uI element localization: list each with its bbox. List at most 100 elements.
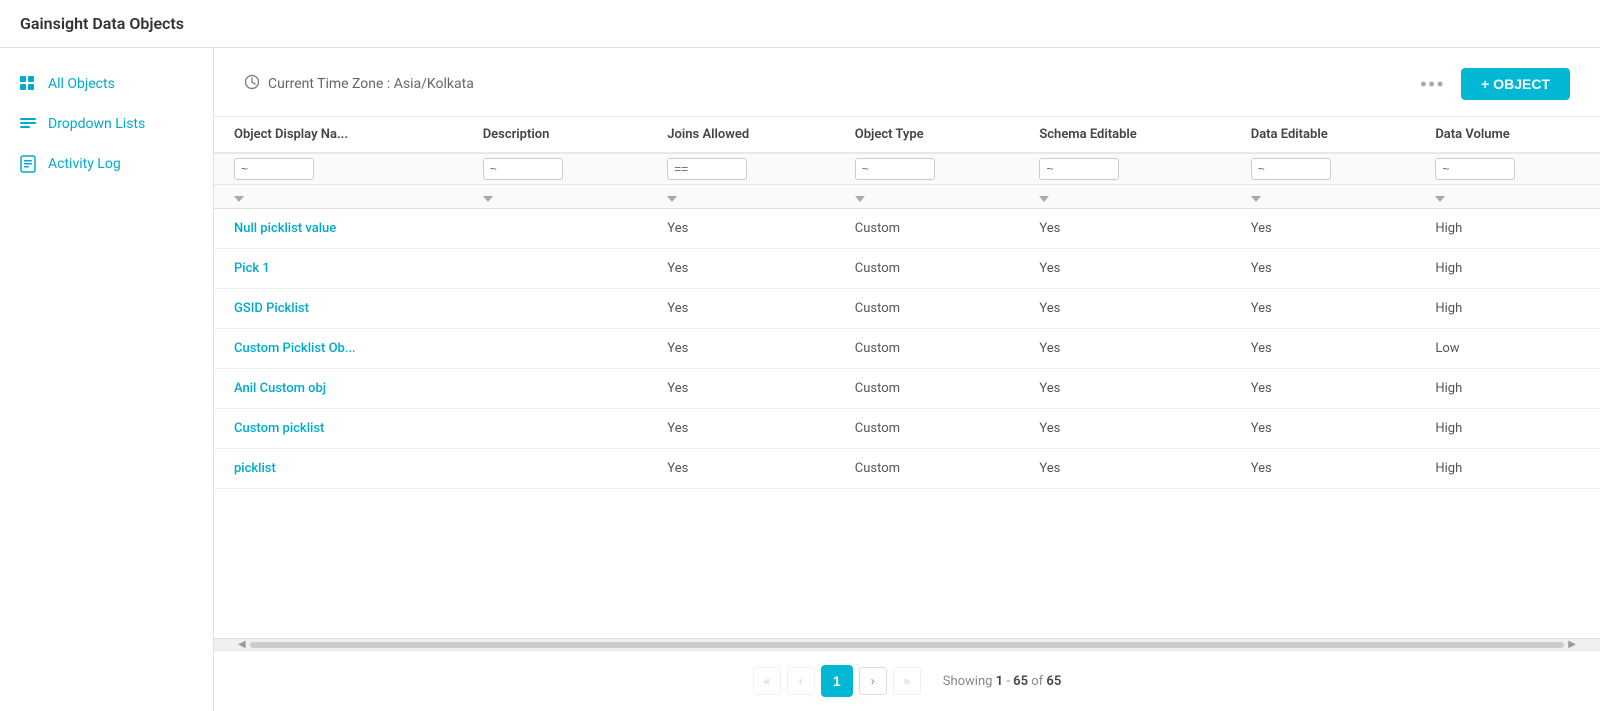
cell-name[interactable]: Pick 1 bbox=[214, 249, 463, 289]
col-header-schema-editable[interactable]: Schema Editable bbox=[1019, 117, 1230, 153]
cell-name[interactable]: GSID Picklist bbox=[214, 289, 463, 329]
sidebar-item-all-objects[interactable]: All Objects bbox=[0, 64, 213, 104]
clock-icon bbox=[244, 74, 260, 94]
cell-object-type: Custom bbox=[835, 249, 1020, 289]
table-body: Null picklist value Yes Custom Yes Yes H… bbox=[214, 209, 1600, 489]
cell-joins-allowed: Yes bbox=[647, 249, 834, 289]
filter-schema-editable[interactable] bbox=[1039, 158, 1119, 180]
app-header: Gainsight Data Objects bbox=[0, 0, 1600, 48]
cell-joins-allowed: Yes bbox=[647, 409, 834, 449]
cell-object-type: Custom bbox=[835, 329, 1020, 369]
log-icon bbox=[18, 154, 38, 174]
cell-data-volume: High bbox=[1415, 289, 1600, 329]
cell-name[interactable]: Custom Picklist Ob... bbox=[214, 329, 463, 369]
page-1-button[interactable]: 1 bbox=[821, 665, 853, 697]
scroll-track[interactable] bbox=[250, 642, 1565, 648]
table-row: Anil Custom obj Yes Custom Yes Yes High bbox=[214, 369, 1600, 409]
objects-table: Object Display Na... Description Joins A… bbox=[214, 117, 1600, 489]
cell-object-type: Custom bbox=[835, 449, 1020, 489]
table-row: Custom picklist Yes Custom Yes Yes High bbox=[214, 409, 1600, 449]
cell-data-editable: Yes bbox=[1231, 209, 1416, 249]
app-title: Gainsight Data Objects bbox=[20, 14, 184, 33]
col-header-data-editable[interactable]: Data Editable bbox=[1231, 117, 1416, 153]
cell-description bbox=[463, 209, 648, 249]
sort-arrow-description bbox=[483, 196, 493, 202]
grid-icon bbox=[18, 74, 38, 94]
filter-joins[interactable] bbox=[667, 158, 747, 180]
sidebar-item-activity-log[interactable]: Activity Log bbox=[0, 144, 213, 184]
table-row: Pick 1 Yes Custom Yes Yes High bbox=[214, 249, 1600, 289]
col-header-name[interactable]: Object Display Na... bbox=[214, 117, 463, 153]
next-page-button[interactable]: › bbox=[859, 667, 887, 695]
cell-schema-editable: Yes bbox=[1019, 209, 1230, 249]
scroll-left-arrow[interactable]: ◀ bbox=[234, 639, 250, 650]
cell-schema-editable: Yes bbox=[1019, 329, 1230, 369]
sidebar: All Objects Dropdown Lists bbox=[0, 48, 214, 711]
cell-data-volume: High bbox=[1415, 449, 1600, 489]
table-container[interactable]: Object Display Na... Description Joins A… bbox=[214, 117, 1600, 638]
sort-arrow-data-volume bbox=[1435, 196, 1445, 202]
cell-data-volume: High bbox=[1415, 249, 1600, 289]
scroll-right-arrow[interactable]: ▶ bbox=[1564, 639, 1580, 650]
cell-name[interactable]: Anil Custom obj bbox=[214, 369, 463, 409]
filter-name[interactable] bbox=[234, 158, 314, 180]
cell-object-type: Custom bbox=[835, 369, 1020, 409]
filter-data-editable[interactable] bbox=[1251, 158, 1331, 180]
sort-arrow-joins bbox=[667, 196, 677, 202]
cell-joins-allowed: Yes bbox=[647, 209, 834, 249]
sort-arrow-data-editable bbox=[1251, 196, 1261, 202]
prev-page-button[interactable]: ‹ bbox=[787, 667, 815, 695]
timezone-info: Current Time Zone : Asia/Kolkata bbox=[244, 74, 474, 94]
sidebar-item-label: Dropdown Lists bbox=[48, 116, 145, 132]
col-header-object-type[interactable]: Object Type bbox=[835, 117, 1020, 153]
add-object-button[interactable]: + OBJECT bbox=[1461, 68, 1570, 100]
cell-name[interactable]: Null picklist value bbox=[214, 209, 463, 249]
showing-text: Showing 1 - 65 of 65 bbox=[943, 674, 1062, 689]
list-icon bbox=[18, 114, 38, 134]
toolbar-right: ••• + OBJECT bbox=[1420, 68, 1570, 100]
cell-data-editable: Yes bbox=[1231, 289, 1416, 329]
cell-data-volume: High bbox=[1415, 369, 1600, 409]
cell-description bbox=[463, 329, 648, 369]
cell-data-editable: Yes bbox=[1231, 449, 1416, 489]
cell-description bbox=[463, 369, 648, 409]
cell-schema-editable: Yes bbox=[1019, 249, 1230, 289]
cell-schema-editable: Yes bbox=[1019, 409, 1230, 449]
col-header-joins[interactable]: Joins Allowed bbox=[647, 117, 834, 153]
cell-joins-allowed: Yes bbox=[647, 329, 834, 369]
cell-data-volume: High bbox=[1415, 209, 1600, 249]
filter-data-volume[interactable] bbox=[1435, 158, 1515, 180]
cell-description bbox=[463, 249, 648, 289]
horizontal-scrollbar[interactable]: ◀ ▶ bbox=[214, 638, 1600, 650]
cell-data-volume: Low bbox=[1415, 329, 1600, 369]
cell-description bbox=[463, 449, 648, 489]
filter-description[interactable] bbox=[483, 158, 563, 180]
first-page-button[interactable]: « bbox=[753, 667, 781, 695]
pagination-bar: « ‹ 1 › » Showing 1 - 65 of 65 bbox=[214, 650, 1600, 711]
col-header-data-volume[interactable]: Data Volume bbox=[1415, 117, 1600, 153]
cell-object-type: Custom bbox=[835, 209, 1020, 249]
cell-data-editable: Yes bbox=[1231, 329, 1416, 369]
cell-joins-allowed: Yes bbox=[647, 449, 834, 489]
sidebar-item-label: Activity Log bbox=[48, 156, 121, 172]
more-options-button[interactable]: ••• bbox=[1420, 74, 1445, 95]
timezone-label: Current Time Zone : Asia/Kolkata bbox=[268, 76, 474, 92]
filter-row bbox=[214, 153, 1600, 185]
sort-arrow-name bbox=[234, 196, 244, 202]
cell-name[interactable]: picklist bbox=[214, 449, 463, 489]
table-row: picklist Yes Custom Yes Yes High bbox=[214, 449, 1600, 489]
last-page-button[interactable]: » bbox=[893, 667, 921, 695]
cell-joins-allowed: Yes bbox=[647, 369, 834, 409]
cell-description bbox=[463, 409, 648, 449]
filter-object-type[interactable] bbox=[855, 158, 935, 180]
toolbar: Current Time Zone : Asia/Kolkata ••• + O… bbox=[214, 48, 1600, 117]
sidebar-item-label: All Objects bbox=[48, 76, 115, 92]
cell-data-editable: Yes bbox=[1231, 409, 1416, 449]
sidebar-item-dropdown-lists[interactable]: Dropdown Lists bbox=[0, 104, 213, 144]
cell-schema-editable: Yes bbox=[1019, 289, 1230, 329]
col-header-description[interactable]: Description bbox=[463, 117, 648, 153]
cell-name[interactable]: Custom picklist bbox=[214, 409, 463, 449]
sort-arrow-schema bbox=[1039, 196, 1049, 202]
cell-schema-editable: Yes bbox=[1019, 449, 1230, 489]
cell-schema-editable: Yes bbox=[1019, 369, 1230, 409]
